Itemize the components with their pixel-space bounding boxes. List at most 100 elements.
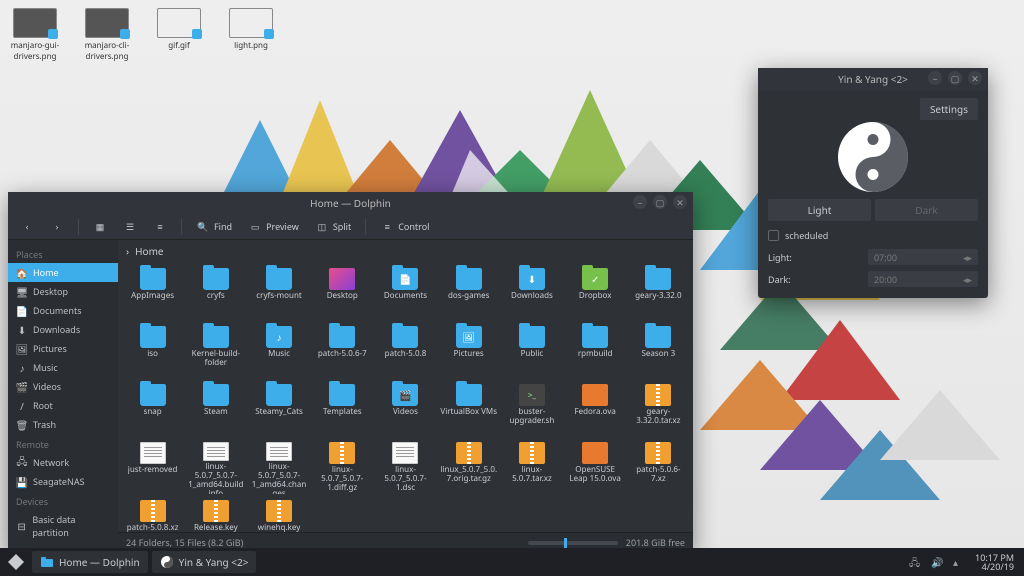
file-item[interactable]: rpmbuild	[565, 324, 626, 380]
file-item[interactable]: iso	[122, 324, 183, 380]
file-item[interactable]: VirtualBox VMs	[438, 382, 499, 438]
desktop-icon[interactable]: gif.gif	[152, 8, 206, 62]
yinyang-titlebar[interactable]: Yin & Yang <2> – ▢ ✕	[758, 68, 988, 90]
file-item[interactable]: Steam	[185, 382, 246, 438]
file-item[interactable]: Release.key	[185, 498, 246, 532]
file-item[interactable]: linux_5.0.7_5.0.7.orig.tar.gz	[438, 440, 499, 496]
desktop-icon[interactable]: manjaro-gui-drivers.png	[8, 8, 62, 62]
desktop-icon[interactable]: light.png	[224, 8, 278, 62]
settings-button[interactable]: Settings	[920, 98, 978, 120]
sidebar-item[interactable]: 🖼Pictures	[8, 339, 118, 358]
sidebar-item[interactable]: 🎬Videos	[8, 377, 118, 396]
file-item[interactable]: ⬇Downloads	[501, 266, 562, 322]
light-time-input[interactable]: 07:00◂▸	[868, 249, 978, 265]
sidebar-item[interactable]: 🖥Desktop	[8, 282, 118, 301]
file-item[interactable]: patch-5.0.8.xz	[122, 498, 183, 532]
file-item[interactable]: OpenSUSE Leap 15.0.ova	[565, 440, 626, 496]
back-button[interactable]: ‹	[14, 217, 40, 237]
file-item[interactable]: linux-5.0.7_5.0.7-1.diff.gz	[312, 440, 373, 496]
file-item[interactable]: Public	[501, 324, 562, 380]
file-item[interactable]: Fedora.ova	[565, 382, 626, 438]
tab-dark[interactable]: Dark	[875, 199, 978, 221]
file-item[interactable]: 🎬Videos	[375, 382, 436, 438]
file-icon	[645, 268, 671, 290]
file-item[interactable]: 🖼Pictures	[438, 324, 499, 380]
sidebar-item[interactable]: 🖧Network	[8, 453, 118, 472]
file-item[interactable]: AppImages	[122, 266, 183, 322]
find-button[interactable]: 🔍Find	[190, 217, 238, 237]
taskbar-task-dolphin[interactable]: Home — Dolphin	[32, 551, 148, 573]
sidebar-item[interactable]: 📄Documents	[8, 301, 118, 320]
file-icon	[582, 384, 608, 406]
file-item[interactable]: linux-5.0.7_5.0.7-1_amd64.buildinfo	[185, 440, 246, 496]
file-item[interactable]: ✓Dropbox	[565, 266, 626, 322]
forward-button[interactable]: ›	[44, 217, 70, 237]
split-button[interactable]: ◫Split	[309, 217, 357, 237]
breadcrumb[interactable]: ›Home	[118, 240, 693, 262]
close-button[interactable]: ✕	[673, 195, 687, 209]
zoom-slider[interactable]	[528, 541, 618, 545]
details-view-button[interactable]: ≡	[147, 217, 173, 237]
file-item[interactable]: linux-5.0.7.tar.xz	[501, 440, 562, 496]
file-item[interactable]: snap	[122, 382, 183, 438]
dolphin-window: Home — Dolphin – ▢ ✕ ‹ › ▦ ☰ ≡ 🔍Find ▭Pr…	[8, 192, 693, 552]
maximize-button[interactable]: ▢	[948, 71, 962, 85]
preview-button[interactable]: ▭Preview	[242, 217, 305, 237]
file-item[interactable]: Templates	[312, 382, 373, 438]
file-item[interactable]: just-removed	[122, 440, 183, 496]
scheduled-checkbox[interactable]	[768, 230, 779, 241]
tray-volume-icon[interactable]: 🔊	[931, 555, 945, 569]
file-icon	[266, 442, 292, 461]
maximize-button[interactable]: ▢	[653, 195, 667, 209]
file-item[interactable]: Steamy_Cats	[248, 382, 309, 438]
tab-light[interactable]: Light	[768, 199, 871, 221]
tray-network-icon[interactable]: 🖧	[909, 555, 923, 569]
file-item[interactable]: Desktop	[312, 266, 373, 322]
file-item[interactable]: winehq.key	[248, 498, 309, 532]
file-item[interactable]: patch-5.0.6-7	[312, 324, 373, 380]
file-item[interactable]: dos-games	[438, 266, 499, 322]
sidebar-item[interactable]: ⊟Basic data partition	[8, 510, 118, 542]
taskbar-task-yinyang[interactable]: Yin & Yang <2>	[152, 551, 257, 573]
file-item[interactable]: cryfs	[185, 266, 246, 322]
file-icon	[203, 326, 229, 348]
close-button[interactable]: ✕	[968, 71, 982, 85]
file-icon	[266, 384, 292, 406]
sidebar-item[interactable]: /Root	[8, 396, 118, 415]
sidebar-heading-places: Places	[8, 244, 118, 263]
icons-view-button[interactable]: ▦	[87, 217, 113, 237]
file-item[interactable]: geary-3.32.0	[628, 266, 689, 322]
tray-notifications-icon[interactable]: ▴	[953, 555, 967, 569]
sidebar-item[interactable]: ⬇Downloads	[8, 320, 118, 339]
minimize-button[interactable]: –	[928, 71, 942, 85]
sidebar-item[interactable]: 🏠Home	[8, 263, 118, 282]
minimize-button[interactable]: –	[633, 195, 647, 209]
file-icon	[582, 442, 608, 464]
file-item[interactable]: Season 3	[628, 324, 689, 380]
file-item[interactable]: >_buster-upgrader.sh	[501, 382, 562, 438]
dark-time-input[interactable]: 20:00◂▸	[868, 271, 978, 287]
compact-view-button[interactable]: ☰	[117, 217, 143, 237]
sidebar-item[interactable]: ♪Music	[8, 358, 118, 377]
yinyang-logo	[768, 120, 978, 193]
file-item[interactable]: patch-5.0.6-7.xz	[628, 440, 689, 496]
file-item[interactable]: Kernel-build-folder	[185, 324, 246, 380]
control-button[interactable]: ≡Control	[374, 217, 435, 237]
file-item[interactable]: patch-5.0.8	[375, 324, 436, 380]
file-item[interactable]: cryfs-mount	[248, 266, 309, 322]
sidebar-item[interactable]: 🗑Trash	[8, 415, 118, 434]
app-launcher[interactable]	[4, 550, 28, 574]
sidebar-item[interactable]: 💾SeagateNAS	[8, 472, 118, 491]
file-item[interactable]: geary-3.32.0.tar.xz	[628, 382, 689, 438]
file-item[interactable]: ♪Music	[248, 324, 309, 380]
dolphin-titlebar[interactable]: Home — Dolphin – ▢ ✕	[8, 192, 693, 214]
file-icon: >_	[519, 384, 545, 406]
desktop-icon[interactable]: manjaro-cli-drivers.png	[80, 8, 134, 62]
file-item[interactable]: 📄Documents	[375, 266, 436, 322]
taskbar-clock[interactable]: 10:17 PM 4/20/19	[975, 553, 1014, 572]
file-item[interactable]: linux-5.0.7_5.0.7-1_amd64.changes	[248, 440, 309, 496]
file-icon	[519, 326, 545, 348]
file-icon	[329, 384, 355, 406]
file-item[interactable]: linux-5.0.7_5.0.7-1.dsc	[375, 440, 436, 496]
file-icon: ⬇	[519, 268, 545, 290]
